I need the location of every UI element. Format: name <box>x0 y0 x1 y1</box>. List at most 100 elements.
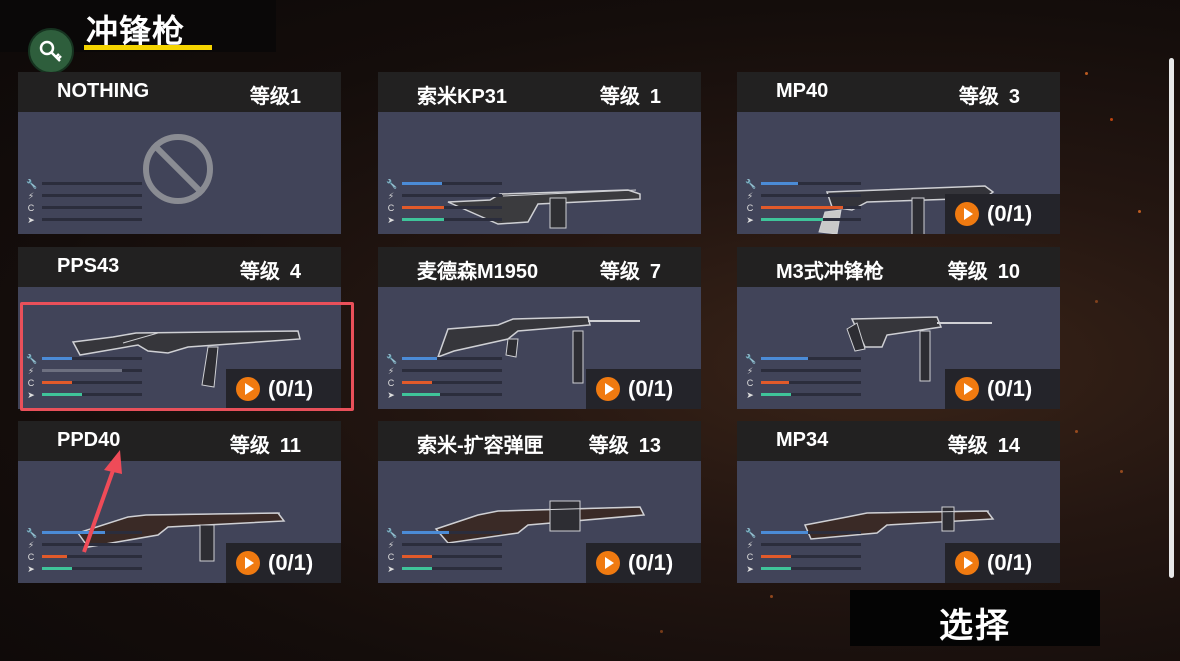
weapon-level: 等级 1 <box>600 80 661 109</box>
weapon-name: MP40 <box>776 80 829 102</box>
stat-row: ⚡ <box>26 190 166 202</box>
stat-fill <box>761 531 808 534</box>
stat-fill <box>761 357 808 360</box>
stat-row: ➤ <box>745 563 885 575</box>
weapon-level: 等级 4 <box>240 255 301 284</box>
stat-row: 🔧 <box>745 178 885 190</box>
unlock-progress-button[interactable]: (0/1) <box>945 194 1060 234</box>
stat-row: ⚡ <box>745 365 885 377</box>
stat-icon: C <box>387 378 395 388</box>
back-key-button[interactable] <box>28 28 74 74</box>
stat-bars: 🔧 ⚡ C ➤ <box>745 353 885 401</box>
stat-icon: ⚡ <box>746 540 754 550</box>
select-button[interactable]: 选择 <box>850 590 1100 646</box>
card-level-number: 3 <box>1008 86 1020 108</box>
stat-icon: 🔧 <box>26 179 38 189</box>
card-body: 🔧 ⚡ C ➤ (0/1) <box>737 287 1060 409</box>
weapon-card[interactable]: NOTHING 等级1 🔧 ⚡ C ➤ <box>18 72 341 234</box>
weapon-card[interactable]: MP40 等级 3 🔧 ⚡ C ➤ (0/1) <box>737 72 1060 234</box>
unlock-progress-button[interactable]: (0/1) <box>586 369 701 409</box>
stat-row: ➤ <box>745 214 885 226</box>
play-icon <box>955 202 979 226</box>
card-header: PPS43 等级 4 <box>18 247 341 287</box>
unlock-count: (0/1) <box>268 376 314 401</box>
stat-fill <box>42 393 82 396</box>
stat-icon: C <box>387 552 395 562</box>
stat-fill <box>761 182 798 185</box>
card-level-number: 14 <box>997 435 1020 457</box>
stat-track <box>42 357 142 360</box>
weapon-name: PPS43 <box>57 255 120 277</box>
weapon-card[interactable]: 索米-扩容弹匣 等级 13 🔧 ⚡ C ➤ (0/1) <box>378 421 701 583</box>
stat-row: ⚡ <box>386 539 526 551</box>
stat-bars: 🔧 ⚡ C ➤ <box>26 353 166 401</box>
stat-icon: ⚡ <box>746 366 754 376</box>
stat-fill <box>402 218 444 221</box>
card-level-label: 等级 <box>599 86 640 108</box>
stat-icon: 🔧 <box>745 354 757 364</box>
play-icon <box>955 551 979 575</box>
weapon-card[interactable]: PPS43 等级 4 🔧 ⚡ C ➤ (0/1) <box>18 247 341 409</box>
stat-icon: C <box>746 552 754 562</box>
weapon-name: M3式冲锋枪 <box>776 261 884 283</box>
weapon-level: 等级 13 <box>589 429 661 458</box>
card-level-label: 等级 <box>229 435 270 457</box>
card-body: 🔧 ⚡ C ➤ (0/1) <box>378 287 701 409</box>
stat-track <box>761 555 861 558</box>
stat-icon: 🔧 <box>386 179 398 189</box>
stat-bars: 🔧 ⚡ C ➤ <box>745 178 885 226</box>
stat-row: C <box>745 551 885 563</box>
stat-row: ⚡ <box>386 190 526 202</box>
card-level-label: 等级 <box>588 435 629 457</box>
stat-icon: ➤ <box>746 390 754 400</box>
card-level-label: 等级 <box>239 261 280 283</box>
stat-icon: ➤ <box>27 215 35 225</box>
stat-row: C <box>386 377 526 389</box>
stat-track <box>42 206 142 209</box>
stat-icon: ➤ <box>27 564 35 574</box>
weapon-level: 等级 14 <box>948 429 1020 458</box>
stat-row: ⚡ <box>386 365 526 377</box>
play-icon <box>596 377 620 401</box>
stat-fill <box>402 567 432 570</box>
stat-track <box>402 555 502 558</box>
card-header: MP34 等级 14 <box>737 421 1060 461</box>
unlock-progress-button[interactable]: (0/1) <box>586 543 701 583</box>
stat-fill <box>761 393 791 396</box>
card-level-number: 10 <box>997 261 1020 283</box>
unlock-progress-button[interactable]: (0/1) <box>226 369 341 409</box>
scrollbar-thumb[interactable] <box>1169 58 1174 578</box>
stat-track <box>42 182 142 185</box>
weapon-card[interactable]: MP34 等级 14 🔧 ⚡ C ➤ (0/1) <box>737 421 1060 583</box>
weapon-card[interactable]: M3式冲锋枪 等级 10 🔧 ⚡ C ➤ (0/1) <box>737 247 1060 409</box>
weapon-level: 等级 10 <box>948 255 1020 284</box>
stat-row: 🔧 <box>386 353 526 365</box>
weapon-card[interactable]: 索米KP31 等级 1 🔧 ⚡ C ➤ <box>378 72 701 234</box>
card-header: 索米-扩容弹匣 等级 13 <box>378 421 701 461</box>
card-header: NOTHING 等级1 <box>18 72 341 112</box>
weapon-card[interactable]: PPD40 等级 11 🔧 ⚡ C ➤ (0/1) <box>18 421 341 583</box>
stat-icon: 🔧 <box>386 528 398 538</box>
title-underline <box>84 45 212 50</box>
card-level-number: 1 <box>649 86 661 108</box>
stat-track <box>402 218 502 221</box>
stat-fill <box>402 531 449 534</box>
unlock-progress-button[interactable]: (0/1) <box>945 369 1060 409</box>
play-icon <box>955 377 979 401</box>
unlock-progress-button[interactable]: (0/1) <box>226 543 341 583</box>
weapon-card[interactable]: 麦德森M1950 等级 7 🔧 ⚡ C ➤ (0/1) <box>378 247 701 409</box>
card-body: 🔧 ⚡ C ➤ (0/1) <box>737 461 1060 583</box>
stat-fill <box>42 369 122 372</box>
stat-track <box>402 206 502 209</box>
card-level-number: 4 <box>289 261 301 283</box>
weapon-level: 等级 11 <box>230 429 301 458</box>
play-icon <box>596 551 620 575</box>
stat-track <box>761 218 861 221</box>
card-body: 🔧 ⚡ C ➤ <box>18 112 341 234</box>
stat-fill <box>402 555 432 558</box>
stat-icon: 🔧 <box>745 179 757 189</box>
stat-bars: 🔧 ⚡ C ➤ <box>386 353 526 401</box>
stat-icon: C <box>746 378 754 388</box>
stat-row: 🔧 <box>745 527 885 539</box>
unlock-progress-button[interactable]: (0/1) <box>945 543 1060 583</box>
